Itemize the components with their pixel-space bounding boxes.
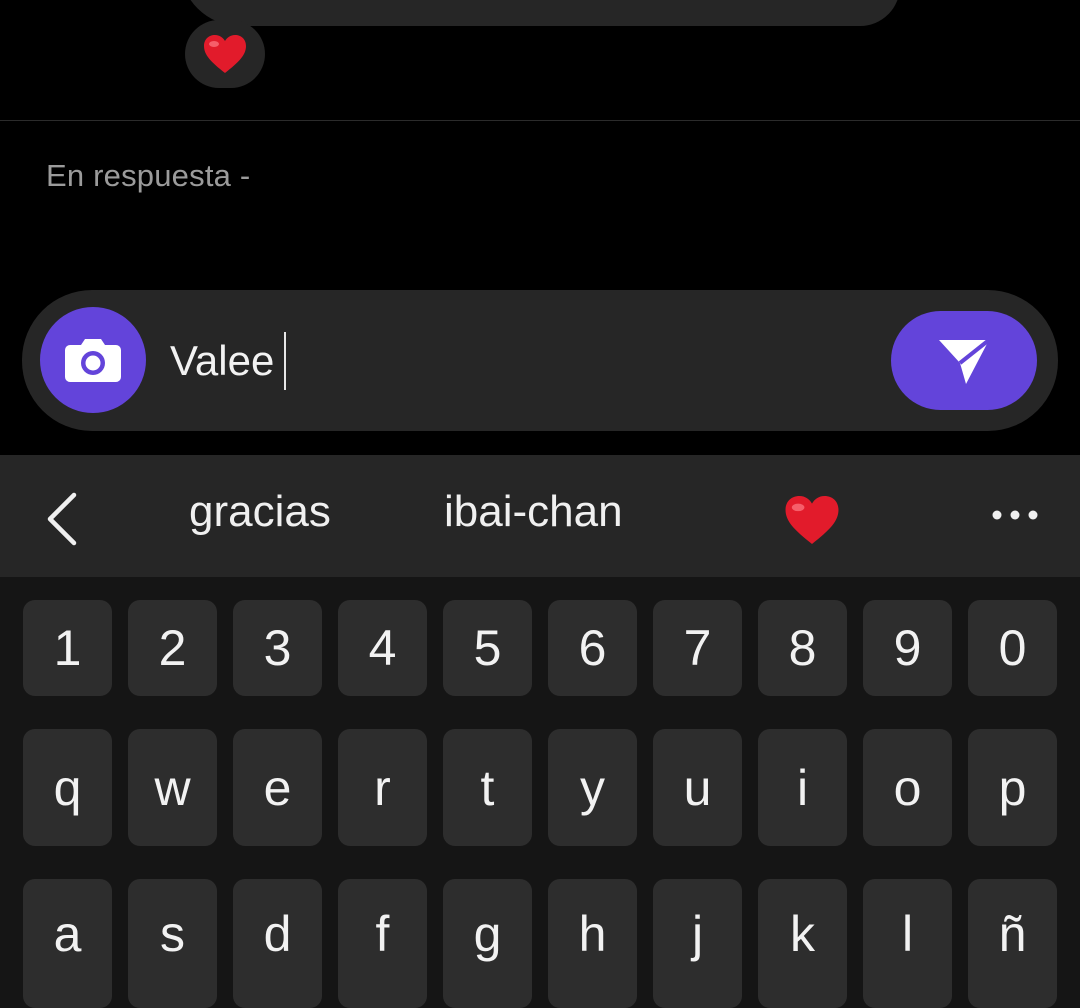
key-label: l xyxy=(901,906,914,962)
key[interactable]: e xyxy=(233,729,322,846)
key-label: k xyxy=(790,906,815,962)
key-label: h xyxy=(578,906,607,962)
key[interactable]: ñ xyxy=(968,879,1057,1008)
keyboard: gracias ibai-chan 1 2 3 4 5 6 7 8 9 0 q … xyxy=(0,455,1080,1008)
key[interactable]: 9 xyxy=(863,600,952,696)
key[interactable]: r xyxy=(338,729,427,846)
key[interactable]: h xyxy=(548,879,637,1008)
key[interactable]: 8 xyxy=(758,600,847,696)
heart-reaction[interactable] xyxy=(185,20,265,88)
key[interactable]: 2 xyxy=(128,600,217,696)
key-label: ñ xyxy=(998,906,1027,962)
reply-label: En respuesta - xyxy=(46,158,251,193)
key[interactable]: k xyxy=(758,879,847,1008)
key-label: d xyxy=(263,906,292,962)
key[interactable]: a xyxy=(23,879,112,1008)
key[interactable]: y xyxy=(548,729,637,846)
message-input[interactable]: Valee xyxy=(170,332,287,390)
key-label: g xyxy=(473,906,502,962)
key[interactable]: o xyxy=(863,729,952,846)
key[interactable]: w xyxy=(128,729,217,846)
key[interactable]: f xyxy=(338,879,427,1008)
key[interactable]: 3 xyxy=(233,600,322,696)
message-bubble[interactable] xyxy=(180,0,900,26)
divider xyxy=(0,120,1080,121)
camera-button[interactable] xyxy=(40,307,146,413)
send-icon xyxy=(939,337,991,384)
send-button[interactable] xyxy=(891,311,1037,410)
key[interactable]: 1 xyxy=(23,600,112,696)
key[interactable]: 6 xyxy=(548,600,637,696)
message-input-text: Valee xyxy=(170,337,275,384)
suggestion-word[interactable]: ibai-chan xyxy=(444,487,623,537)
heart-emoji-suggestion[interactable] xyxy=(783,493,841,547)
key-label: j xyxy=(691,906,704,962)
key[interactable]: u xyxy=(653,729,742,846)
key-label: s xyxy=(160,906,185,962)
key[interactable]: d xyxy=(233,879,322,1008)
key[interactable]: g xyxy=(443,879,532,1008)
key[interactable]: l xyxy=(863,879,952,1008)
key[interactable]: s xyxy=(128,879,217,1008)
key-label: f xyxy=(375,906,390,962)
key[interactable]: 5 xyxy=(443,600,532,696)
key[interactable]: q xyxy=(23,729,112,846)
key[interactable]: p xyxy=(968,729,1057,846)
suggestion-word[interactable]: gracias xyxy=(189,487,331,537)
more-options-icon[interactable] xyxy=(990,507,1040,523)
key[interactable]: i xyxy=(758,729,847,846)
key[interactable]: 4 xyxy=(338,600,427,696)
chevron-left-icon[interactable] xyxy=(40,491,84,547)
camera-icon xyxy=(65,339,121,382)
text-cursor xyxy=(284,332,287,390)
key[interactable]: 0 xyxy=(968,600,1057,696)
key[interactable]: 7 xyxy=(653,600,742,696)
key-label: a xyxy=(53,906,82,962)
key[interactable]: j xyxy=(653,879,742,1008)
suggestion-bar: gracias ibai-chan xyxy=(0,455,1080,577)
key[interactable]: t xyxy=(443,729,532,846)
heart-icon xyxy=(204,35,246,73)
